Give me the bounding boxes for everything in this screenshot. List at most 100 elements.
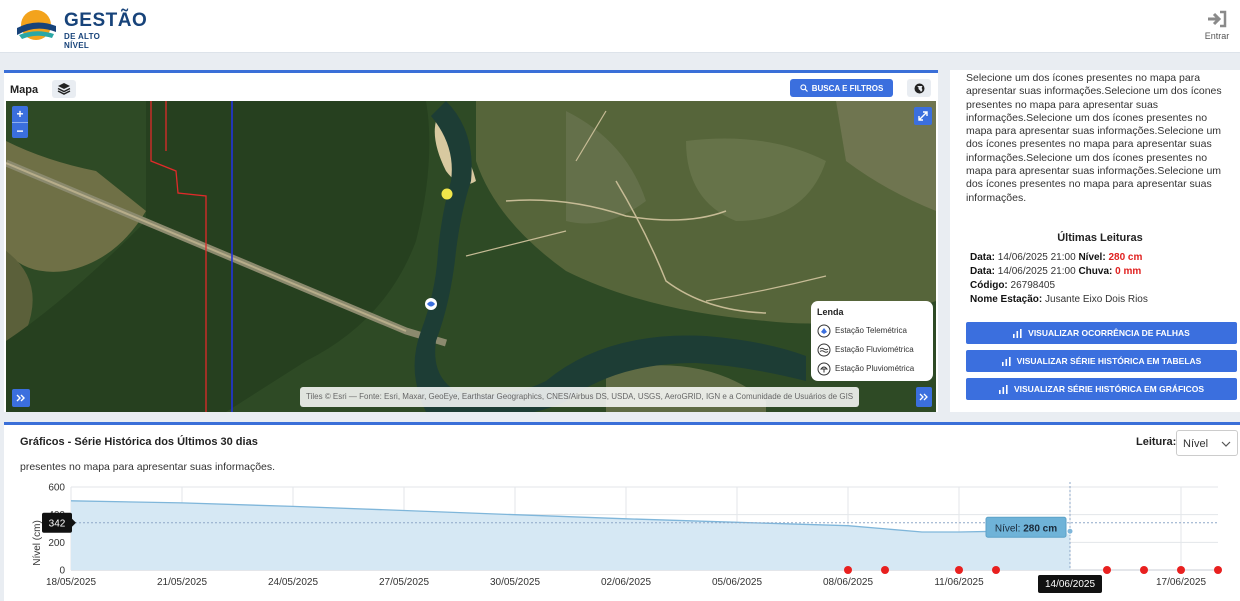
bar-chart-icon bbox=[1013, 328, 1022, 338]
reading-level-value: 280 cm bbox=[1108, 252, 1143, 263]
failure-marker bbox=[955, 566, 963, 574]
x-tick-label: 30/05/2025 bbox=[490, 577, 540, 588]
level-history-chart[interactable]: 0200400600 18/05/202521/05/202524/05/202… bbox=[4, 425, 1240, 601]
fluviometric-station-icon bbox=[817, 343, 831, 356]
login-label: Entrar bbox=[1204, 31, 1230, 41]
info-instructions: Selecione um dos ícones presentes no map… bbox=[966, 72, 1222, 204]
x-tick-label: 08/06/2025 bbox=[823, 577, 873, 588]
failure-marker bbox=[881, 566, 889, 574]
map-attribution: Tiles © Esri — Fonte: Esri, Maxar, GeoEy… bbox=[300, 387, 860, 407]
view-chart-series-label: VISUALIZAR SÉRIE HISTÓRICA EM GRÁFICOS bbox=[1013, 384, 1204, 394]
reading-row-level: Data: 14/06/2025 21:00 Nível: 280 cm bbox=[970, 252, 1142, 263]
reading-row-code: Código: 26798405 bbox=[970, 280, 1055, 291]
satellite-imagery bbox=[6, 101, 936, 412]
search-filters-button[interactable]: BUSCA E FILTROS bbox=[790, 79, 893, 97]
legend-item-fluviometrica: Estação Fluviométrica bbox=[817, 340, 927, 359]
zoom-in-button[interactable]: + bbox=[12, 106, 28, 122]
view-failures-button[interactable]: VISUALIZAR OCORRÊNCIA DE FALHAS bbox=[966, 322, 1237, 344]
readings-title: Últimas Leituras bbox=[1057, 232, 1143, 244]
failure-marker bbox=[1177, 566, 1185, 574]
logo-title: GESTÃO bbox=[64, 10, 148, 31]
reading-row-station: Nome Estação: Jusante Eixo Dois Rios bbox=[970, 294, 1148, 305]
x-tick-label: 27/05/2025 bbox=[379, 577, 429, 588]
station-label: Nome Estação: bbox=[970, 294, 1043, 305]
x-axis-ticks: 18/05/2025 21/05/2025 24/05/2025 27/05/2025… bbox=[46, 577, 1206, 588]
attribution-toggle-button[interactable] bbox=[916, 387, 932, 407]
layers-icon bbox=[57, 83, 71, 95]
x-tick-label: 05/06/2025 bbox=[712, 577, 762, 588]
chart-panel: Gráficos - Série Histórica dos Últimos 3… bbox=[4, 422, 1240, 601]
svg-text:14/06/2025: 14/06/2025 bbox=[1045, 579, 1095, 590]
reading-date-label: Data: bbox=[970, 252, 996, 263]
globe-button[interactable] bbox=[907, 79, 931, 97]
y-tick-label: 0 bbox=[59, 566, 65, 577]
login-button[interactable]: Entrar bbox=[1200, 10, 1234, 41]
code-value: 26798405 bbox=[1010, 280, 1056, 291]
value-tooltip: Nível: 280 cm bbox=[985, 516, 1067, 538]
failure-marker bbox=[1140, 566, 1148, 574]
crosshair-x-value: 14/06/2025 bbox=[1038, 575, 1102, 593]
double-chevron-right-icon bbox=[919, 393, 928, 401]
telemetric-station-icon bbox=[817, 324, 831, 337]
logo-subtitle: DE ALTO NÍVEL bbox=[64, 32, 101, 50]
reading-date: 14/06/2025 21:00 bbox=[997, 266, 1076, 277]
y-tick-label: 600 bbox=[48, 483, 65, 494]
x-tick-label: 21/05/2025 bbox=[157, 577, 207, 588]
failure-marker bbox=[992, 566, 1000, 574]
view-failures-label: VISUALIZAR OCORRÊNCIA DE FALHAS bbox=[1028, 328, 1190, 338]
map-header: Mapa BUSCA E FILTROS bbox=[4, 73, 938, 103]
reading-date-label: Data: bbox=[970, 266, 996, 277]
legend-title: Lenda bbox=[817, 307, 844, 317]
bar-chart-icon bbox=[1001, 356, 1011, 366]
bar-chart-icon bbox=[998, 384, 1008, 394]
legend-item-telemetrica: Estação Telemétrica bbox=[817, 321, 927, 340]
map-panel: Mapa BUSCA E FILTROS + − Lenda Estação T… bbox=[4, 70, 938, 412]
legend-label-fluviometrica: Estação Fluviométrica bbox=[835, 345, 914, 354]
double-chevron-right-icon bbox=[16, 394, 25, 402]
legend-item-pluviometrica: Estação Pluviométrica bbox=[817, 359, 927, 378]
reading-date: 14/06/2025 21:00 bbox=[997, 252, 1076, 263]
legend-label-telemetrica: Estação Telemétrica bbox=[835, 326, 907, 335]
zoom-controls: + − bbox=[12, 106, 28, 138]
x-tick-label: 24/05/2025 bbox=[268, 577, 318, 588]
search-icon bbox=[800, 84, 808, 92]
x-tick-label: 18/05/2025 bbox=[46, 577, 96, 588]
failure-marker bbox=[1214, 566, 1222, 574]
svg-text:342: 342 bbox=[49, 519, 66, 530]
view-table-series-button[interactable]: VISUALIZAR SÉRIE HISTÓRICA EM TABELAS bbox=[966, 350, 1237, 372]
expand-icon bbox=[918, 111, 928, 121]
fullscreen-button[interactable] bbox=[914, 107, 932, 125]
logo-emblem-icon bbox=[17, 10, 56, 40]
zoom-out-button[interactable]: − bbox=[12, 122, 28, 138]
map-view[interactable]: + − Lenda Estação Telemétrica Estação Fl… bbox=[6, 101, 936, 412]
x-tick-label: 11/06/2025 bbox=[934, 577, 984, 588]
failure-marker bbox=[844, 566, 852, 574]
station-value: Jusante Eixo Dois Rios bbox=[1045, 294, 1148, 305]
globe-icon bbox=[914, 83, 924, 93]
hover-point bbox=[1066, 527, 1074, 535]
failure-marker bbox=[1103, 566, 1111, 574]
layers-button[interactable] bbox=[52, 80, 76, 98]
brand-logo[interactable]: GESTÃO DE ALTO NÍVEL bbox=[14, 8, 147, 50]
reading-rain-value: 0 mm bbox=[1115, 266, 1142, 277]
pluviometric-station-icon bbox=[817, 362, 831, 375]
top-bar: GESTÃO DE ALTO NÍVEL Entrar bbox=[0, 0, 1240, 53]
svg-text:Nível: 280 cm: Nível: 280 cm bbox=[995, 523, 1057, 534]
reading-kind-label: Chuva: bbox=[1078, 266, 1113, 277]
y-axis-label: Nível (cm) bbox=[32, 520, 43, 566]
map-title: Mapa bbox=[10, 84, 39, 96]
view-chart-series-button[interactable]: VISUALIZAR SÉRIE HISTÓRICA EM GRÁFICOS bbox=[966, 378, 1237, 400]
y-tick-label: 200 bbox=[48, 538, 65, 549]
crosshair-y-value: 342 bbox=[42, 512, 76, 533]
code-label: Código: bbox=[970, 280, 1008, 291]
view-table-series-label: VISUALIZAR SÉRIE HISTÓRICA EM TABELAS bbox=[1016, 356, 1202, 366]
station-info-panel: Selecione um dos ícones presentes no map… bbox=[950, 70, 1240, 412]
reading-kind-label: Nível: bbox=[1078, 252, 1106, 263]
collapse-toggle-button[interactable] bbox=[12, 389, 30, 407]
legend-label-pluviometrica: Estação Pluviométrica bbox=[835, 364, 915, 373]
map-legend: Lenda Estação Telemétrica Estação Fluvio… bbox=[811, 301, 933, 381]
series-area bbox=[71, 500, 1070, 570]
x-tick-label: 17/06/2025 bbox=[1156, 577, 1206, 588]
x-tick-label: 02/06/2025 bbox=[601, 577, 651, 588]
sign-in-icon bbox=[1208, 10, 1227, 28]
